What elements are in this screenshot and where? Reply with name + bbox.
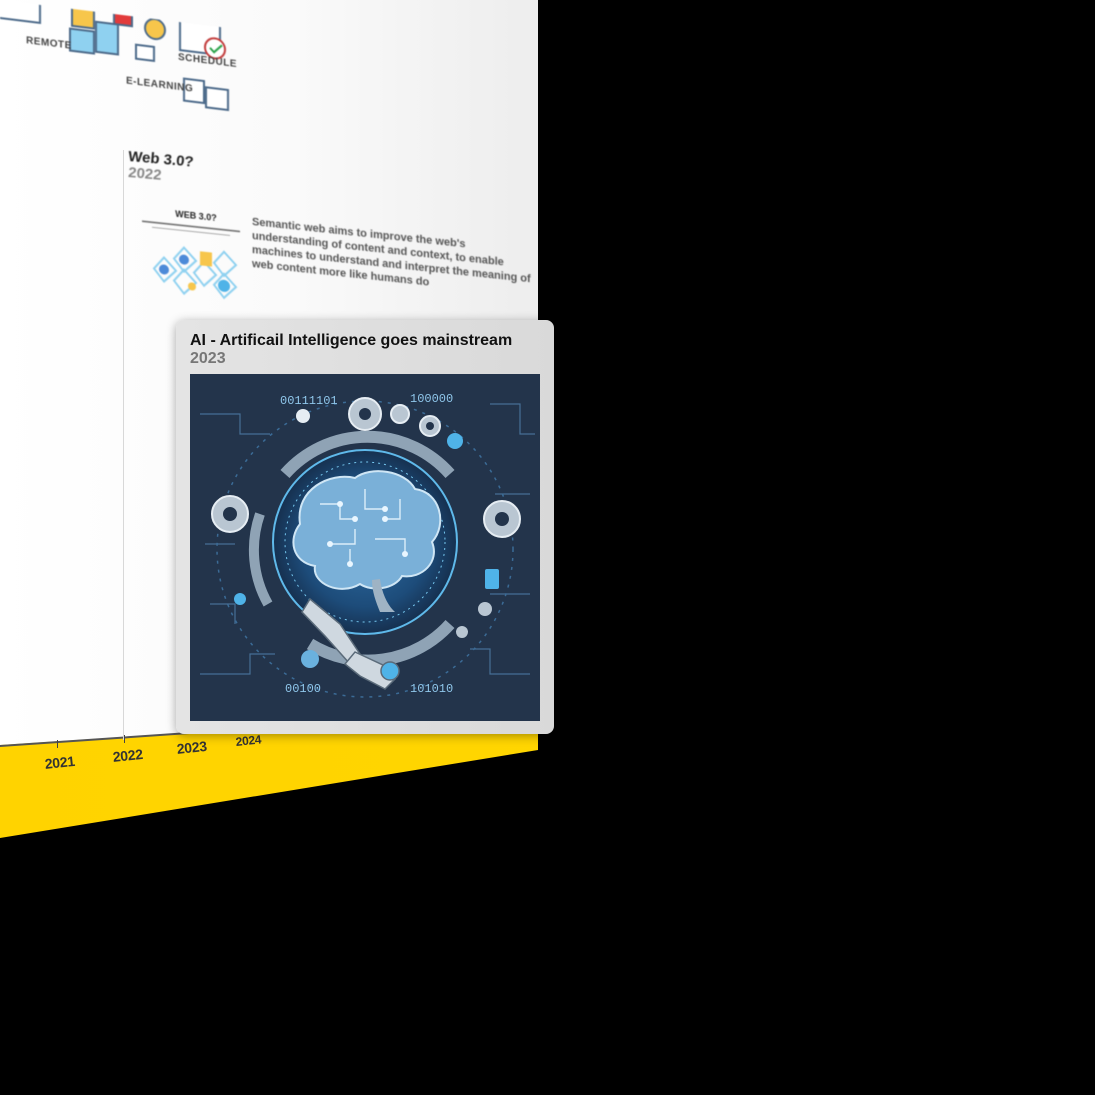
ai-brain-icon: 00111101 100000 00100 101010 (190, 374, 540, 721)
ai-brain-image: 00111101 100000 00100 101010 (190, 374, 540, 721)
timeline-marker-line (123, 150, 124, 740)
semantic-web-icon (142, 220, 240, 300)
web3-thumbnail[interactable]: WEB 3.0? (140, 205, 242, 316)
axis-year-2023[interactable]: 2023 (176, 738, 207, 757)
timeline-scene: 2021 2022 2023 2024 REMOTE SCHEDULE E-LE… (0, 0, 1095, 1095)
axis-year-2021[interactable]: 2021 (44, 753, 75, 772)
binary-label: 00111101 (280, 394, 338, 408)
binary-label: 100000 (410, 392, 453, 406)
card-year: 2023 (190, 350, 226, 367)
axis-year-2022[interactable]: 2022 (112, 746, 143, 765)
timeline-card-ai[interactable]: AI - Artificail Intelligence goes mainst… (176, 320, 554, 734)
binary-label: 101010 (410, 682, 453, 696)
tick-mark (124, 735, 125, 743)
tick-mark (57, 740, 58, 748)
web3-year: 2022 (127, 164, 163, 184)
axis-year-2024[interactable]: 2024 (235, 732, 262, 749)
card-title: AI - Artificail Intelligence goes mainst… (190, 332, 513, 349)
binary-label: 00100 (285, 682, 321, 696)
